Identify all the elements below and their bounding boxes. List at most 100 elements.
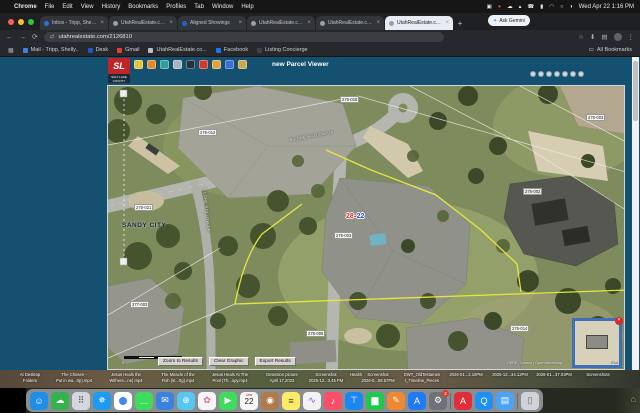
parcel-label[interactable]: 276-002 [523, 188, 542, 195]
side-panel-icon[interactable]: ▤ [601, 33, 607, 41]
menubar-item[interactable]: Edit [62, 4, 72, 10]
map-action-button[interactable]: Export Results [255, 357, 296, 366]
download-icon[interactable]: ⬇ [590, 33, 595, 41]
tab-close-icon[interactable]: × [100, 20, 104, 26]
parcel-label[interactable]: 276-003 [334, 232, 353, 239]
parcel-label[interactable]: 276-003 [586, 114, 605, 121]
browser-tab[interactable]: UtahRealEstate.com | Tax Do × [316, 16, 384, 30]
selected-parcel-label[interactable]: 28–22 [346, 213, 364, 220]
map-nav-button[interactable] [562, 71, 568, 77]
bookmark-item[interactable]: Desk [88, 47, 109, 53]
viewer-tool-icon[interactable] [212, 60, 221, 69]
all-bookmarks-button[interactable]: ▭ All Bookmarks [589, 47, 632, 53]
menubar-item[interactable]: History [102, 4, 121, 10]
dock-icon[interactable]: ▆ [366, 392, 384, 410]
chrome-menu-icon[interactable]: ⋮ [628, 33, 635, 41]
dock-icon[interactable]: ✎ [387, 392, 405, 410]
tab-close-icon[interactable]: × [169, 20, 173, 26]
dock-icon[interactable]: A [408, 392, 426, 410]
dock-icon[interactable]: ✵ [93, 392, 111, 410]
bookmark-item[interactable]: Facebook [216, 47, 248, 53]
map-nav-button[interactable] [570, 71, 576, 77]
viewer-tool-icon[interactable] [173, 60, 182, 69]
new-tab-button[interactable]: + [454, 16, 466, 30]
tab-close-icon[interactable]: × [376, 20, 380, 26]
parcel-label[interactable]: 276-012 [198, 129, 217, 136]
back-button[interactable]: ← [6, 34, 13, 41]
dock-icon[interactable]: APR 22 [240, 392, 258, 410]
viewer-tool-icon[interactable] [225, 60, 234, 69]
dock-icon[interactable]: ✉ [156, 392, 174, 410]
viewer-tool-icon[interactable] [238, 60, 247, 69]
dock-icon[interactable]: Q [475, 392, 493, 410]
site-permissions-icon[interactable]: ⇄ [50, 34, 55, 40]
close-window-button[interactable] [8, 19, 14, 25]
overview-inset-map[interactable]: × Esri [572, 318, 622, 368]
status-icon[interactable]: ● [498, 4, 501, 10]
viewer-tool-icon[interactable] [186, 60, 195, 69]
browser-tab[interactable]: UtahRealEstate.com | Lip × [247, 16, 315, 30]
url-text[interactable]: utahrealestate.com/2126810 [58, 34, 131, 40]
status-icon[interactable]: ▣ [487, 4, 492, 10]
viewer-tool-icon[interactable] [147, 60, 156, 69]
desktop-file-label[interactable]: The Chosen - Put in wa...0p).mp4 [48, 372, 100, 383]
dock-icon[interactable]: ⚙ 2 [429, 392, 447, 410]
reload-button[interactable]: ⟳ [32, 33, 38, 41]
ask-gemini-button[interactable]: ✦ Ask Gemini [488, 15, 530, 26]
apps-grid-icon[interactable]: ▦ [8, 47, 14, 54]
scrollbar-thumb[interactable] [633, 61, 638, 121]
dock-icon[interactable]: ⠿ [72, 392, 90, 410]
menubar-item[interactable]: File [45, 4, 55, 10]
menubar-item[interactable]: Profiles [166, 4, 186, 10]
address-bar[interactable]: ⇄ utahrealestate.com/2126810 [44, 32, 444, 42]
viewer-tool-icon[interactable] [199, 60, 208, 69]
inset-extent-rect[interactable] [586, 335, 608, 349]
tab-close-icon[interactable]: × [445, 20, 449, 26]
desktop-file-label[interactable]: The Miracle of the Fish (st...0g).mp4 [152, 372, 204, 383]
menubar-item[interactable]: View [81, 4, 94, 10]
parcel-label[interactable]: 276-018 [340, 96, 359, 103]
parcel-label[interactable]: 276-021 [134, 204, 153, 211]
page-scrollbar[interactable] [632, 57, 639, 370]
map-action-button[interactable]: Clear Graphic [209, 357, 249, 366]
dock-icon[interactable]: ☺ [30, 392, 48, 410]
menu-app-name[interactable]: Chrome [14, 4, 37, 10]
desktop-file-label[interactable]: Jesus Heals At The Pool (Th...opy.mp4 [204, 372, 256, 383]
status-icon[interactable]: ◠ [549, 4, 554, 10]
status-icon[interactable]: ☁ [507, 4, 513, 10]
browser-tab[interactable]: Aligned Showings × [178, 16, 246, 30]
bookmark-item[interactable]: Listing Concierge [257, 47, 308, 53]
bookmark-item[interactable]: Gmail [117, 47, 139, 53]
map-action-button[interactable]: Zoom to Results [158, 357, 203, 366]
minimize-window-button[interactable] [18, 19, 24, 25]
menubar-item[interactable]: Window [212, 4, 233, 10]
dock-icon[interactable]: ⊤ [345, 392, 363, 410]
forward-button[interactable]: → [19, 34, 26, 41]
dock-icon[interactable]: ∿ [303, 392, 321, 410]
dock-icon[interactable]: … [135, 392, 153, 410]
browser-tab[interactable]: UtahRealEstate.com | Repor × [385, 16, 453, 30]
dock-icon[interactable]: A [454, 392, 472, 410]
menubar-clock[interactable]: Wed Apr 22 1:16 PM [579, 4, 634, 10]
desktop-file-label[interactable]: Jesus Heals the Withere...ne).mp4 [100, 372, 152, 383]
menubar-item[interactable]: Help [241, 4, 253, 10]
dock-icon[interactable]: ≡ [282, 392, 300, 410]
inset-close-button[interactable]: × [615, 317, 623, 325]
desktop-house-icon[interactable]: ⌂ [631, 394, 636, 404]
status-icon[interactable]: ▮ [540, 4, 543, 10]
map-nav-button[interactable] [546, 71, 552, 77]
dock-icon[interactable]: ▶ [219, 392, 237, 410]
menubar-item[interactable]: Tab [194, 4, 204, 10]
map-nav-button[interactable] [538, 71, 544, 77]
bookmark-item[interactable]: Mail - Tripp, Shelly.. [23, 47, 79, 53]
profile-avatar[interactable] [614, 33, 622, 41]
menubar-item[interactable]: Bookmarks [128, 4, 158, 10]
status-icon[interactable]: ○ [560, 4, 563, 10]
parcel-label[interactable]: 276-014 [510, 325, 529, 332]
bookmark-item[interactable]: UtahRealEstate.co... [148, 47, 206, 53]
map-nav-button[interactable] [578, 71, 584, 77]
dock-icon[interactable]: ▯ [521, 392, 539, 410]
desktop-file-label[interactable]: Screenshots [572, 372, 624, 378]
dock-icon[interactable]: ▤ [496, 392, 514, 410]
browser-tab[interactable]: Inbox - Tripp, Shelly - Outlo × [40, 16, 108, 30]
